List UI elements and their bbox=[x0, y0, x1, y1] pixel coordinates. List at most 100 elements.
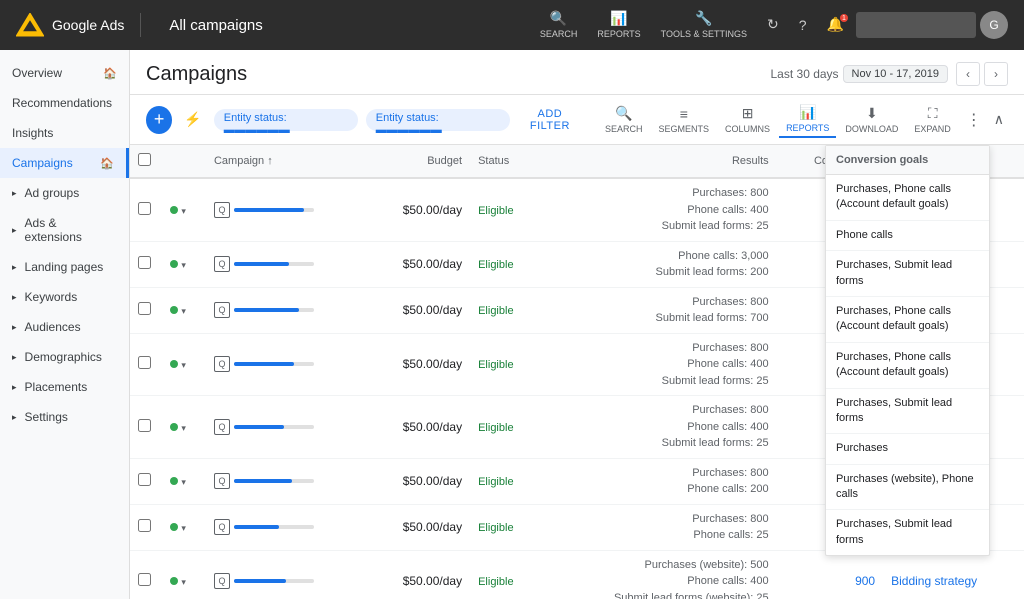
row-status-cell: ▾ bbox=[162, 241, 206, 287]
sidebar-label-overview: Overview bbox=[12, 66, 62, 80]
row-expand-arrow[interactable]: ▾ bbox=[181, 306, 186, 316]
campaign-type-icon: Q bbox=[214, 202, 230, 218]
row-checkbox[interactable] bbox=[138, 356, 151, 369]
next-arrow-button[interactable]: › bbox=[984, 62, 1008, 86]
toolbar-search-btn[interactable]: 🔍 SEARCH bbox=[598, 102, 650, 137]
toolbar-collapse-button[interactable]: ∧ bbox=[990, 107, 1008, 132]
select-all-checkbox[interactable] bbox=[138, 153, 151, 166]
row-checkbox[interactable] bbox=[138, 473, 151, 486]
filter-chip-1[interactable]: Entity status: ▬▬▬▬▬▬ bbox=[214, 109, 358, 131]
tools-icon: 🔧 bbox=[695, 10, 712, 27]
row-status-cell: ▾ bbox=[162, 550, 206, 599]
filter-chip-2[interactable]: Entity status: ▬▬▬▬▬▬ bbox=[366, 109, 510, 131]
status-badge: Eligible bbox=[478, 205, 513, 217]
results-text: Phone calls: 3,000Submit lead forms: 200 bbox=[549, 248, 769, 281]
search-icon: 🔍 bbox=[550, 10, 567, 27]
row-expand-arrow[interactable]: ▾ bbox=[181, 260, 186, 270]
sidebar-item-ads-extensions[interactable]: ▸ Ads & extensions bbox=[0, 208, 129, 252]
help-icon-btn[interactable]: ? bbox=[791, 13, 815, 37]
row-checkbox[interactable] bbox=[138, 302, 151, 315]
results-text: Purchases: 800Phone calls: 400Submit lea… bbox=[549, 185, 769, 235]
row-checkbox[interactable] bbox=[138, 202, 151, 215]
sidebar-item-settings[interactable]: ▸ Settings bbox=[0, 402, 129, 432]
row-checkbox[interactable] bbox=[138, 573, 151, 586]
campaigns-home-icon: 🏠 bbox=[100, 157, 114, 170]
toolbar-download-btn[interactable]: ⬇ DOWNLOAD bbox=[838, 102, 905, 137]
refresh-icon-btn[interactable]: ↻ bbox=[759, 12, 787, 37]
row-checkbox-cell bbox=[130, 458, 162, 504]
campaign-type-icon: Q bbox=[214, 356, 230, 372]
campaign-cell-inner: Q bbox=[214, 573, 358, 589]
toolbar-columns-btn[interactable]: ⊞ COLUMNS bbox=[718, 102, 777, 137]
refresh-icon: ↻ bbox=[767, 16, 779, 33]
campaign-cell-inner: Q bbox=[214, 473, 358, 489]
campaign-bar-container bbox=[234, 308, 314, 312]
th-campaign[interactable]: Campaign ↑ bbox=[206, 145, 366, 178]
status-badge: Eligible bbox=[478, 422, 513, 434]
row-checkbox[interactable] bbox=[138, 419, 151, 432]
row-results-cell: Purchases: 800Phone calls: 25 bbox=[541, 504, 777, 550]
add-button[interactable]: + bbox=[146, 106, 172, 134]
row-checkbox[interactable] bbox=[138, 256, 151, 269]
reports-icon-btn[interactable]: 📊 REPORTS bbox=[589, 6, 648, 43]
sidebar-item-insights[interactable]: Insights bbox=[0, 118, 129, 148]
sidebar-item-landing-pages[interactable]: ▸ Landing pages bbox=[0, 252, 129, 282]
sidebar-item-audiences[interactable]: ▸ Audiences bbox=[0, 312, 129, 342]
popup-row: Phone calls bbox=[826, 221, 989, 251]
prev-arrow-button[interactable]: ‹ bbox=[956, 62, 980, 86]
sidebar-item-demographics[interactable]: ▸ Demographics bbox=[0, 342, 129, 372]
main-layout: Overview 🏠 Recommendations Insights Camp… bbox=[0, 50, 1024, 599]
status-dot bbox=[170, 260, 178, 268]
chevron-right-icon-8: ▸ bbox=[12, 412, 17, 423]
sidebar-label-ad-groups: Ad groups bbox=[25, 186, 80, 200]
tools-icon-btn[interactable]: 🔧 TOOLS & SETTINGS bbox=[653, 6, 755, 44]
toolbar-expand-icon: ⛶ bbox=[928, 105, 938, 122]
content-area: Campaigns Last 30 days Nov 10 - 17, 2019… bbox=[130, 50, 1024, 599]
row-status-cell-text: Eligible bbox=[470, 333, 541, 396]
row-campaign-cell: Q bbox=[206, 396, 366, 459]
row-status-cell-text: Eligible bbox=[470, 396, 541, 459]
status-badge: Eligible bbox=[478, 359, 513, 371]
row-expand-arrow[interactable]: ▾ bbox=[181, 206, 186, 216]
sidebar-label-settings: Settings bbox=[25, 410, 68, 424]
sidebar-item-placements[interactable]: ▸ Placements bbox=[0, 372, 129, 402]
popup-row: Purchases (website), Phone calls bbox=[826, 465, 989, 511]
conversion-goals-popup: Conversion goals Purchases, Phone calls … bbox=[825, 145, 990, 556]
status-badge: Eligible bbox=[478, 576, 513, 588]
toolbar-more-button[interactable]: ⋮ bbox=[960, 106, 988, 134]
sidebar-item-recommendations[interactable]: Recommendations bbox=[0, 88, 129, 118]
notification-badge: 1 bbox=[840, 14, 848, 22]
row-status-cell-text: Eligible bbox=[470, 241, 541, 287]
toolbar-reports-btn[interactable]: 📊 REPORTS bbox=[779, 101, 836, 138]
avatar[interactable]: G bbox=[980, 11, 1008, 39]
row-status-cell-text: Eligible bbox=[470, 550, 541, 599]
sidebar-item-ad-groups[interactable]: ▸ Ad groups bbox=[0, 178, 129, 208]
sidebar-item-keywords[interactable]: ▸ Keywords bbox=[0, 282, 129, 312]
add-filter-button[interactable]: ADD FILTER bbox=[518, 108, 582, 132]
row-results-cell: Phone calls: 3,000Submit lead forms: 200 bbox=[541, 241, 777, 287]
th-status[interactable]: Status bbox=[470, 145, 541, 178]
row-expand-arrow[interactable]: ▾ bbox=[181, 423, 186, 433]
results-text: Purchases: 800Submit lead forms: 700 bbox=[549, 294, 769, 327]
row-expand-arrow[interactable]: ▾ bbox=[181, 577, 186, 587]
sidebar-item-overview[interactable]: Overview 🏠 bbox=[0, 58, 129, 88]
row-expand-arrow[interactable]: ▾ bbox=[181, 360, 186, 370]
th-budget[interactable]: Budget bbox=[366, 145, 470, 178]
row-checkbox[interactable] bbox=[138, 519, 151, 532]
toolbar-segments-btn[interactable]: ≡ SEGMENTS bbox=[652, 103, 717, 137]
filter-icon[interactable]: ⚡ bbox=[180, 107, 205, 132]
date-chip[interactable]: Nov 10 - 17, 2019 bbox=[843, 65, 948, 83]
sidebar-label-recommendations: Recommendations bbox=[12, 96, 112, 110]
search-icon-btn[interactable]: 🔍 SEARCH bbox=[532, 6, 586, 43]
sidebar-item-campaigns[interactable]: Campaigns 🏠 bbox=[0, 148, 129, 178]
sidebar-label-ads-extensions: Ads & extensions bbox=[25, 216, 117, 244]
row-expand-arrow[interactable]: ▾ bbox=[181, 523, 186, 533]
th-results[interactable]: Results bbox=[541, 145, 777, 178]
row-expand-arrow[interactable]: ▾ bbox=[181, 477, 186, 487]
notifications-icon-btn[interactable]: 🔔 1 bbox=[819, 12, 852, 37]
date-label: Last 30 days bbox=[771, 67, 839, 81]
row-budget-cell: $50.00/day bbox=[366, 396, 470, 459]
campaign-cell-inner: Q bbox=[214, 256, 358, 272]
toolbar-expand-btn[interactable]: ⛶ EXPAND bbox=[907, 102, 957, 137]
bidding-strategy-link[interactable]: Bidding strategy bbox=[891, 574, 977, 588]
